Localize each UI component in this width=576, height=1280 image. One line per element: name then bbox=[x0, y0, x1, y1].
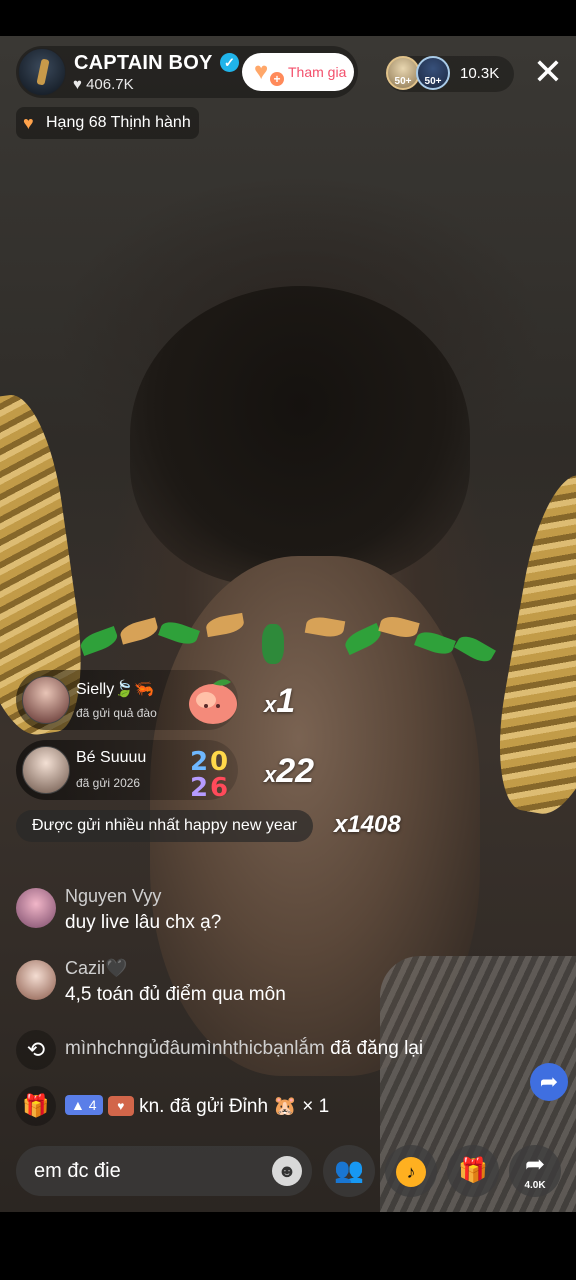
2026-gift-icon: 2 0 2 6 bbox=[186, 744, 240, 803]
repost-notification: ⟲ mìnhchngủđâumìnhthicbạnlắm đã đăng lại bbox=[16, 1030, 486, 1070]
most-sent-count: x1408 bbox=[334, 811, 401, 838]
guests-button[interactable]: 👥 bbox=[323, 1145, 375, 1197]
chat-username[interactable]: Cazii🖤 bbox=[65, 958, 127, 979]
most-sent-gift-banner: Được gửi nhiều nhất happy new year bbox=[16, 810, 313, 842]
top-viewer-badge-1[interactable]: 50+ bbox=[386, 56, 420, 90]
multi-guest-icon: 👥 bbox=[334, 1157, 364, 1184]
gift-count: x22 bbox=[264, 752, 315, 790]
comment-input[interactable] bbox=[16, 1146, 266, 1196]
tiktok-promo-button[interactable]: ♪ bbox=[385, 1145, 437, 1197]
plus-icon: + bbox=[270, 72, 284, 86]
video-hair-region bbox=[130, 286, 470, 586]
chat-username[interactable]: Nguyen Vyy bbox=[65, 886, 161, 907]
close-icon[interactable]: ✕ bbox=[532, 54, 564, 90]
chat-text: duy live lâu chx ạ? bbox=[65, 912, 222, 933]
peach-gift-icon bbox=[186, 674, 240, 726]
gift-sender-name: Bé Suuuu bbox=[76, 749, 147, 766]
host-info-pill[interactable]: CAPTAIN BOY ✓ ♥ 406.7K ♥ + Tham gia bbox=[16, 46, 358, 98]
level-badge: ▲ 4 bbox=[65, 1095, 103, 1115]
verified-check-icon: ✓ bbox=[220, 53, 239, 72]
broken-heart-icon: ♥ bbox=[23, 113, 34, 133]
emoji-icon[interactable]: ☻ bbox=[272, 1156, 302, 1186]
gift-action-text: đã gửi 2026 bbox=[76, 776, 141, 790]
join-button-label: Tham gia bbox=[288, 64, 347, 80]
viewer-list[interactable]: 50+ 50+ 10.3K bbox=[386, 56, 514, 92]
rank-label: Hạng 68 Thịnh hành bbox=[46, 114, 191, 131]
svg-text:6: 6 bbox=[210, 773, 228, 800]
avatar[interactable] bbox=[16, 888, 56, 928]
share-arrow-icon[interactable]: ➦ bbox=[530, 1063, 568, 1101]
avatar[interactable] bbox=[22, 676, 70, 724]
share-button[interactable]: ➦ 4.0K bbox=[509, 1145, 561, 1197]
repost-icon: ⟲ bbox=[16, 1030, 56, 1070]
top-viewer-badge-2[interactable]: 50+ bbox=[416, 56, 450, 90]
laurel-wreath-effect bbox=[78, 604, 500, 674]
gift-icon: 🎁 bbox=[16, 1086, 56, 1126]
svg-text:2: 2 bbox=[190, 773, 208, 800]
host-likes-count: ♥ 406.7K bbox=[73, 76, 134, 93]
repost-text: mìnhchngủđâumìnhthicbạnlắm đã đăng lại bbox=[65, 1038, 424, 1059]
comment-box[interactable]: ☻ bbox=[16, 1146, 312, 1196]
gift-button[interactable]: 🎁 bbox=[447, 1145, 499, 1197]
host-avatar[interactable] bbox=[18, 48, 66, 96]
peak-gift-icon: 🐹 bbox=[273, 1096, 297, 1117]
join-button[interactable]: ♥ + Tham gia bbox=[242, 53, 354, 91]
fan-club-badge: ♥ bbox=[107, 1096, 134, 1116]
avatar[interactable] bbox=[16, 960, 56, 1000]
host-name: CAPTAIN BOY bbox=[74, 52, 213, 74]
gift-sender-name: Sielly🍃🦐 bbox=[76, 681, 155, 698]
tiktok-discount-icon: ♪ bbox=[396, 1157, 426, 1187]
gift-notification-text: ▲ 4 ♥ kn. đã gửi Đỉnh 🐹 × 1 bbox=[65, 1094, 329, 1118]
gift-notification: 🎁 ▲ 4 ♥ kn. đã gửi Đỉnh 🐹 × 1 bbox=[16, 1086, 486, 1126]
share-count: 4.0K bbox=[524, 1180, 546, 1191]
gift-action-text: đã gửi quả đào bbox=[76, 706, 157, 720]
chat-text: 4,5 toán đủ điểm qua môn bbox=[65, 984, 286, 1005]
avatar[interactable] bbox=[22, 746, 70, 794]
gift-count: x1 bbox=[264, 682, 296, 720]
viewer-count[interactable]: 10.3K bbox=[460, 65, 499, 82]
trending-rank-badge[interactable]: ♥ Hạng 68 Thịnh hành bbox=[16, 107, 199, 139]
gift-box-icon: 🎁 bbox=[458, 1157, 488, 1184]
share-icon: ➦ bbox=[524, 1151, 546, 1178]
